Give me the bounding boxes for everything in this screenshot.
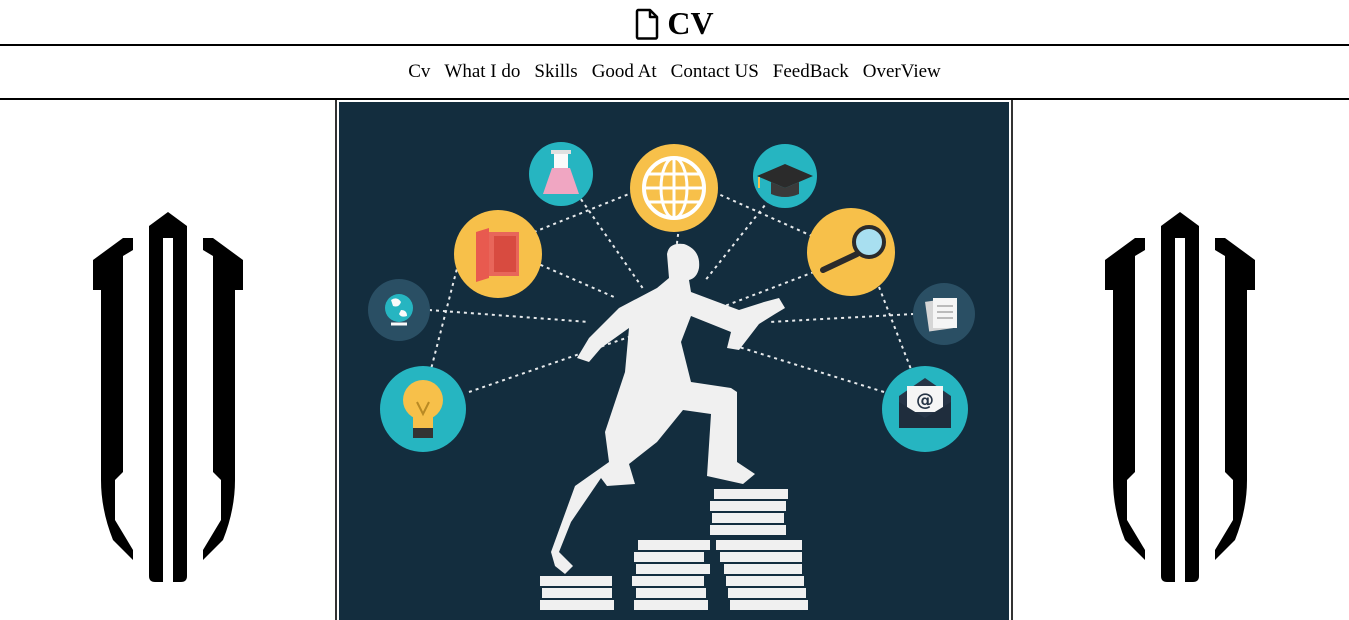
lightbulb-icon <box>380 366 466 452</box>
nav-cv[interactable]: Cv <box>408 61 430 83</box>
main-nav: Cv What I do Skills Good At Contact US F… <box>0 46 1349 98</box>
hero-illustration-svg: @ <box>368 142 975 612</box>
book-icon <box>454 210 542 298</box>
nav-good-at[interactable]: Good At <box>592 61 657 83</box>
trident-logo <box>1105 212 1255 582</box>
earth-icon <box>368 279 430 341</box>
page-title: CV <box>667 4 714 41</box>
nav-overview[interactable]: OverView <box>863 61 941 83</box>
flask-icon <box>529 142 593 206</box>
nav-what-i-do[interactable]: What I do <box>444 61 520 83</box>
svg-text:@: @ <box>916 390 934 411</box>
nav-feedback[interactable]: FeedBack <box>773 61 849 83</box>
trident-logo <box>93 212 243 582</box>
hero-illustration: @ <box>339 102 1009 620</box>
documents-icon <box>913 283 975 345</box>
page-header: CV <box>0 0 1349 45</box>
globe-icon <box>630 144 718 232</box>
graduation-cap-icon <box>753 144 817 208</box>
file-icon <box>636 8 659 40</box>
nav-skills[interactable]: Skills <box>534 61 577 83</box>
magnifier-icon <box>807 208 895 296</box>
nav-contact-us[interactable]: Contact US <box>671 61 759 83</box>
email-icon: @ <box>882 366 968 452</box>
hero-image-frame: @ <box>335 100 1013 620</box>
